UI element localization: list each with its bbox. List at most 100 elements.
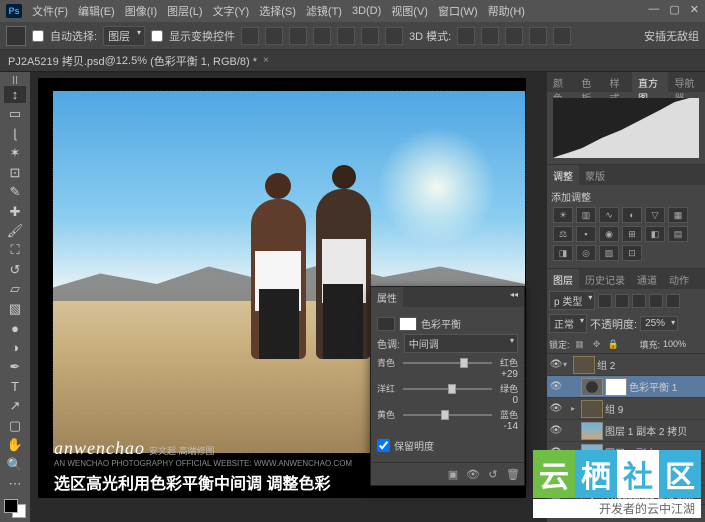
slider-2-value[interactable]: -14 xyxy=(377,421,518,432)
layer-row[interactable]: 👁▾组 2 xyxy=(547,354,705,376)
stamp-tool[interactable]: ⛶ xyxy=(4,242,26,259)
menu-edit[interactable]: 编辑(E) xyxy=(78,3,115,19)
layer-thumb[interactable] xyxy=(581,378,603,396)
shape-tool[interactable]: ▢ xyxy=(4,417,26,434)
tab-properties[interactable]: 属性 xyxy=(371,287,403,307)
reset-icon[interactable]: ↺ xyxy=(486,467,500,481)
eyedropper-tool[interactable]: ✎ xyxy=(4,183,26,200)
adj-posterize-icon[interactable]: ▤ xyxy=(668,226,688,242)
blur-tool[interactable]: ● xyxy=(4,320,26,337)
filter-smart-icon[interactable] xyxy=(666,294,680,308)
menu-view[interactable]: 视图(V) xyxy=(391,3,428,19)
layer-thumb[interactable] xyxy=(573,356,595,374)
tab-history[interactable]: 历史记录 xyxy=(579,269,631,289)
menu-filter[interactable]: 滤镜(T) xyxy=(306,3,342,19)
tone-dropdown[interactable]: 中间调 xyxy=(404,334,518,353)
close-icon[interactable]: × xyxy=(263,55,269,66)
mode-3d-slide-icon[interactable] xyxy=(529,27,547,45)
gradient-tool[interactable]: ▧ xyxy=(4,300,26,317)
tab-masks[interactable]: 蒙版 xyxy=(579,165,611,185)
visibility-icon[interactable]: 👁 xyxy=(549,403,563,414)
tab-layers[interactable]: 图层 xyxy=(547,269,579,289)
brush-tool[interactable]: 🖌 xyxy=(4,222,26,239)
fill-value[interactable]: 100% xyxy=(663,339,703,349)
layer-thumb[interactable] xyxy=(581,422,603,440)
tab-color[interactable]: 颜色 xyxy=(547,72,575,92)
window-maximize[interactable]: ▢ xyxy=(669,3,679,16)
type-tool[interactable]: T xyxy=(4,378,26,395)
adj-selective-icon[interactable]: ◎ xyxy=(576,245,596,261)
view-previous-icon[interactable]: 👁 xyxy=(466,467,480,481)
layer-thumb[interactable] xyxy=(581,400,603,418)
menu-type[interactable]: 文字(Y) xyxy=(213,3,250,19)
disclose-icon[interactable]: ▾ xyxy=(563,360,573,369)
clip-to-layer-icon[interactable]: ▣ xyxy=(446,467,460,481)
path-select-tool[interactable]: ↗ xyxy=(4,398,26,415)
mode-3d-orbit-icon[interactable] xyxy=(457,27,475,45)
menu-3d[interactable]: 3D(D) xyxy=(352,5,381,17)
adj-threshold-icon[interactable]: ◨ xyxy=(553,245,573,261)
adj-levels-icon[interactable]: ▥ xyxy=(576,207,596,223)
slider-0-track[interactable] xyxy=(403,357,492,369)
layer-row[interactable]: 👁 图层 1 副本 2 拷贝 xyxy=(547,420,705,442)
tab-navigator[interactable]: 导航器 xyxy=(668,72,705,92)
tab-adjustments[interactable]: 调整 xyxy=(547,165,579,185)
color-swatches[interactable] xyxy=(4,499,26,518)
filter-type-icon[interactable] xyxy=(632,294,646,308)
history-brush-tool[interactable]: ↺ xyxy=(4,261,26,278)
adj-bw-icon[interactable]: ▪ xyxy=(576,226,596,242)
adj-brightness-icon[interactable]: ☀ xyxy=(553,207,573,223)
visibility-icon[interactable]: 👁 xyxy=(549,425,563,436)
blend-mode-dropdown[interactable]: 正常 xyxy=(549,314,587,333)
mask-thumb-icon[interactable] xyxy=(399,317,417,331)
layer-mask-thumb[interactable] xyxy=(605,378,627,396)
auto-select-target[interactable]: 图层 xyxy=(103,26,145,46)
visibility-icon[interactable]: 👁 xyxy=(549,381,563,392)
delete-adjustment-icon[interactable]: 🗑 xyxy=(506,467,520,481)
layer-name[interactable]: 色彩平衡 1 xyxy=(629,379,677,394)
hand-tool[interactable]: ✋ xyxy=(4,436,26,453)
layer-name[interactable]: 图层 1 副本 2 拷贝 xyxy=(605,423,687,438)
align-top-icon[interactable] xyxy=(241,27,259,45)
filter-adjust-icon[interactable] xyxy=(615,294,629,308)
heal-tool[interactable]: ✚ xyxy=(4,203,26,220)
adj-invert-icon[interactable]: ◧ xyxy=(645,226,665,242)
menu-file[interactable]: 文件(F) xyxy=(32,3,68,19)
adj-lut-icon[interactable]: ⊡ xyxy=(622,245,642,261)
tool-preset-picker[interactable] xyxy=(6,26,26,46)
slider-1-track[interactable] xyxy=(403,383,492,395)
window-close[interactable]: ✕ xyxy=(690,3,699,16)
tab-swatches[interactable]: 色板 xyxy=(575,72,603,92)
adj-curves-icon[interactable]: ∿ xyxy=(599,207,619,223)
align-middle-icon[interactable] xyxy=(265,27,283,45)
lock-all-icon[interactable]: 🔒 xyxy=(607,337,621,351)
menu-help[interactable]: 帮助(H) xyxy=(488,3,525,19)
menu-image[interactable]: 图像(I) xyxy=(125,3,157,19)
show-transform-checkbox[interactable] xyxy=(151,30,163,42)
align-left-icon[interactable] xyxy=(313,27,331,45)
layer-row[interactable]: 👁▸组 9 xyxy=(547,398,705,420)
preserve-luminosity-checkbox[interactable] xyxy=(377,439,390,452)
wand-tool[interactable]: ✶ xyxy=(4,144,26,161)
filter-shape-icon[interactable] xyxy=(649,294,663,308)
visibility-icon[interactable]: 👁 xyxy=(549,359,563,370)
crop-tool[interactable]: ⊡ xyxy=(4,164,26,181)
toolbar-grip-icon[interactable] xyxy=(7,76,23,84)
auto-select-checkbox[interactable] xyxy=(32,30,44,42)
menu-window[interactable]: 窗口(W) xyxy=(438,3,478,19)
layer-row[interactable]: 👁 色彩平衡 1 xyxy=(547,376,705,398)
layer-kind-filter[interactable]: p 类型 xyxy=(549,291,595,310)
lock-pixels-icon[interactable]: ▦ xyxy=(573,337,587,351)
edit-toolbar[interactable]: ⋯ xyxy=(4,475,26,492)
filter-pixel-icon[interactable] xyxy=(598,294,612,308)
move-tool[interactable]: ↕ xyxy=(4,86,26,103)
align-right-icon[interactable] xyxy=(361,27,379,45)
properties-panel[interactable]: 属性 ◂◂ 色彩平衡 色调: 中间调 青色红色+29洋红绿色0黄色蓝色-14 保… xyxy=(370,286,525,486)
align-bottom-icon[interactable] xyxy=(289,27,307,45)
slider-1-value[interactable]: 0 xyxy=(377,395,518,406)
disclose-icon[interactable]: ▸ xyxy=(571,404,581,413)
lasso-tool[interactable]: ɭ xyxy=(4,125,26,142)
mode-3d-pan-icon[interactable] xyxy=(505,27,523,45)
panel-grip-icon[interactable]: ◂◂ xyxy=(504,287,524,307)
distribute-icon[interactable] xyxy=(385,27,403,45)
